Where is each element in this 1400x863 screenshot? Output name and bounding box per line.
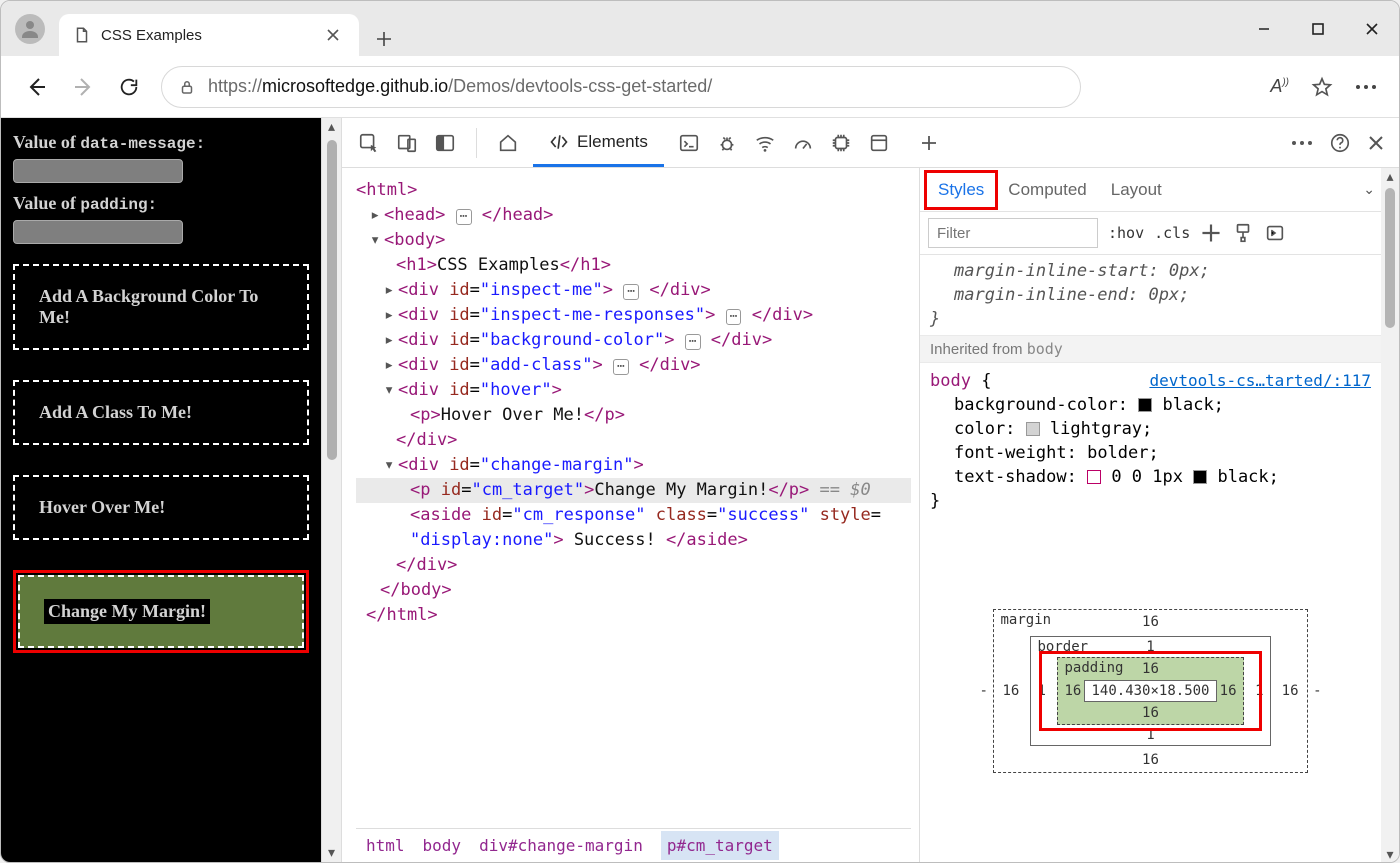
selected-node[interactable]: ⋯ <p id="cm_target">Change My Margin!</p… [356,478,911,503]
ua-rule-block: margin-inline-start: 0px; margin-inline-… [920,255,1381,336]
reload-button[interactable] [115,73,143,101]
color-swatch-icon[interactable] [1138,398,1152,412]
add-class-box[interactable]: Add A Class To Me! [13,380,309,445]
color-swatch-icon[interactable] [1026,422,1040,436]
console-icon[interactable] [676,130,702,156]
data-message-label: Value of data-message: [13,132,309,153]
memory-icon[interactable] [828,130,854,156]
devtools-toolbar: Elements [342,118,1399,168]
browser-tab[interactable]: CSS Examples [59,14,359,56]
page-icon [73,26,91,44]
scroll-up-icon[interactable]: ▴ [328,118,335,136]
favorite-icon[interactable] [1311,76,1333,98]
change-margin-highlight: Change My Margin! [13,570,309,653]
profile-avatar[interactable] [15,14,45,44]
computed-tab[interactable]: Computed [996,172,1098,208]
tab-close-icon[interactable] [325,27,341,43]
breadcrumb-item[interactable]: html [366,833,405,858]
padding-input[interactable] [13,220,183,244]
scroll-thumb[interactable] [327,140,337,460]
tab-title: CSS Examples [101,27,202,44]
elements-tab[interactable]: Elements [533,119,664,167]
change-margin-box[interactable]: Change My Margin! [18,575,304,648]
inherited-separator: Inherited from body [920,336,1381,363]
home-icon[interactable] [495,130,521,156]
hover-box[interactable]: Hover Over Me! [13,475,309,540]
computed-panel-icon[interactable] [1264,222,1286,244]
browser-window: CSS Examples [0,0,1400,863]
close-button[interactable] [1345,1,1399,56]
add-panel-icon[interactable] [916,130,942,156]
chevron-down-icon[interactable]: ⌄ [1363,181,1375,198]
box-model[interactable]: - - margin 16 16 16 16 border [920,519,1381,862]
breadcrumb[interactable]: html body div#change-margin p#cm_target [356,828,911,862]
minimize-button[interactable] [1237,1,1291,56]
elements-panel: <html> ▸<head> ⋯ </head> ▾<body> <h1>CSS… [342,168,919,862]
breadcrumb-item[interactable]: div#change-margin [479,833,643,858]
breadcrumb-item-active[interactable]: p#cm_target [661,831,779,860]
styles-tab[interactable]: Styles [926,172,996,208]
more-icon[interactable] [1355,84,1377,90]
layout-tab[interactable]: Layout [1099,172,1174,208]
dom-tree[interactable]: <html> ▸<head> ⋯ </head> ▾<body> <h1>CSS… [356,178,911,828]
content-area: Value of data-message: Value of padding:… [1,118,1399,862]
styles-pane: Styles Computed Layout ⌄ :hov .cls [919,168,1399,862]
devtools: Elements [341,118,1399,862]
device-emulation-icon[interactable] [394,130,420,156]
breadcrumb-item[interactable]: body [423,833,462,858]
paint-icon[interactable] [1232,222,1254,244]
data-message-input[interactable] [13,159,183,183]
toolbar-right: A)) [1270,76,1377,98]
application-icon[interactable] [866,130,892,156]
color-swatch-icon[interactable] [1193,470,1207,484]
new-style-rule-icon[interactable] [1200,222,1222,244]
scroll-down-icon[interactable]: ▾ [328,844,335,862]
address-bar[interactable]: https://microsoftedge.github.io/Demos/de… [161,66,1081,108]
read-aloud-icon[interactable]: A)) [1270,76,1289,97]
forward-button[interactable] [69,73,97,101]
change-margin-text: Change My Margin! [44,599,210,624]
scroll-thumb[interactable] [1385,188,1395,328]
inspect-element-icon[interactable] [356,130,382,156]
help-icon[interactable] [1329,132,1351,154]
new-tab-button[interactable] [367,22,401,56]
toolbar: https://microsoftedge.github.io/Demos/de… [1,56,1399,118]
welcome-icon[interactable] [432,130,458,156]
performance-icon[interactable] [790,130,816,156]
styles-filter-input[interactable] [928,218,1098,248]
maximize-button[interactable] [1291,1,1345,56]
page-viewport: Value of data-message: Value of padding:… [1,118,341,862]
devtools-more-icon[interactable] [1291,140,1313,146]
cls-toggle[interactable]: .cls [1154,224,1190,242]
page: Value of data-message: Value of padding:… [1,118,321,862]
devtools-close-icon[interactable] [1367,134,1385,152]
scroll-up-icon[interactable]: ▴ [1381,168,1399,184]
page-scrollbar[interactable]: ▴ ▾ [321,118,341,862]
padding-label: Value of padding: [13,193,309,214]
source-link[interactable]: devtools-cs…tarted/:117 [1149,369,1371,393]
window-controls [1237,1,1399,56]
lock-icon [178,78,196,96]
sources-bug-icon[interactable] [714,130,740,156]
styles-tabs: Styles Computed Layout ⌄ [920,168,1381,212]
network-icon[interactable] [752,130,778,156]
titlebar: CSS Examples [1,1,1399,56]
elements-icon [549,132,569,152]
scroll-down-icon[interactable]: ▾ [1381,846,1399,862]
styles-toolbar: :hov .cls [920,212,1381,255]
content-size: 140.430×18.500 [1084,680,1216,702]
url-text: https://microsoftedge.github.io/Demos/de… [208,76,712,97]
styles-scrollbar[interactable]: ▴ ▾ [1381,168,1399,862]
bg-color-box[interactable]: Add A Background Color To Me! [13,264,309,350]
body-rule[interactable]: devtools-cs…tarted/:117 body { backgroun… [920,363,1381,519]
back-button[interactable] [23,73,51,101]
hov-toggle[interactable]: :hov [1108,224,1144,242]
